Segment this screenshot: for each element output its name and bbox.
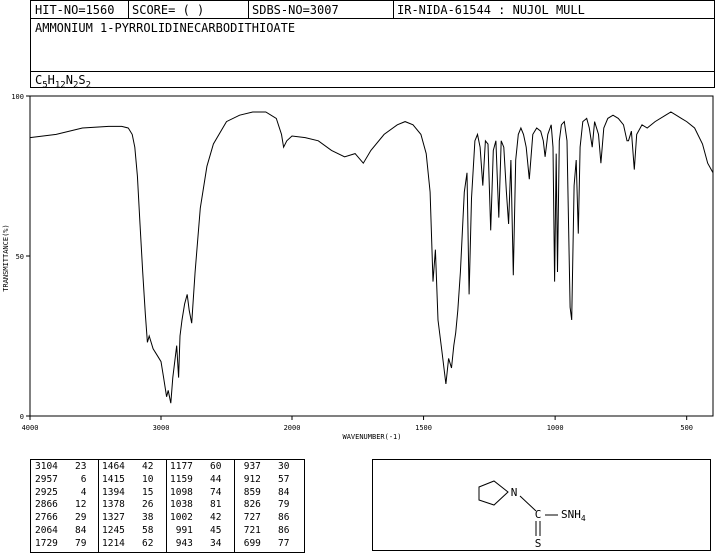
peak-table: 3104 23 2957 6 2925 4 2866 12 2766 29 20… bbox=[30, 459, 305, 553]
y-axis-label: TRANSMITTANCE(%) bbox=[2, 224, 10, 291]
compound-name: AMMONIUM 1-PYRROLIDINECARBODITHIOATE bbox=[35, 21, 296, 35]
ir-identifier: IR-NIDA-61544 : NUJOL MULL bbox=[397, 3, 585, 17]
x-tick-label: 2000 bbox=[284, 424, 301, 432]
x-tick-label: 4000 bbox=[22, 424, 39, 432]
atom-c: C bbox=[535, 508, 542, 521]
spectrum-series-line bbox=[29, 111, 714, 404]
hit-number: HIT-NO=1560 bbox=[35, 3, 115, 17]
ir-spectrum-chart: 4000 3000 2000 1500 1000 500 0 50 100 WAVENUMBE… bbox=[2, 93, 714, 441]
x-axis-ticks: 4000 3000 2000 1500 1000 500 bbox=[22, 416, 693, 432]
compound-panel: AMMONIUM 1-PYRROLIDINECARBODITHIOATE C5H… bbox=[30, 18, 715, 90]
bond-n-c bbox=[519, 495, 537, 512]
x-tick-label: 3000 bbox=[153, 424, 170, 432]
structure-panel: N C SNH4 S bbox=[372, 459, 711, 551]
atom-s: S bbox=[535, 537, 542, 550]
y-tick-label: 50 bbox=[16, 253, 24, 261]
plot-border bbox=[29, 95, 714, 417]
x-tick-label: 1500 bbox=[415, 424, 432, 432]
x-tick-label: 1000 bbox=[547, 424, 564, 432]
peak-column-1: 3104 23 2957 6 2925 4 2866 12 2766 29 20… bbox=[35, 461, 87, 549]
y-tick-label: 100 bbox=[11, 93, 24, 101]
plot-frame bbox=[29, 95, 714, 417]
y-axis-ticks: 0 50 100 bbox=[11, 93, 30, 421]
molecule-structure: N C SNH4 S bbox=[478, 480, 586, 550]
atom-n: N bbox=[511, 486, 518, 499]
header-row: HIT-NO=1560 SCORE= ( ) SDBS-NO=3007 IR-N… bbox=[30, 0, 715, 19]
sdbs-number: SDBS-NO=3007 bbox=[252, 3, 339, 17]
y-tick-label: 0 bbox=[20, 413, 24, 421]
peak-column-4: 937 30 912 57 859 84 826 79 727 86 721 8… bbox=[243, 461, 290, 549]
peak-column-2: 1464 42 1415 10 1394 15 1378 26 1327 38 … bbox=[102, 461, 154, 549]
pyrrolidine-ring bbox=[478, 480, 509, 506]
score: SCORE= ( ) bbox=[132, 3, 205, 17]
x-tick-label: 500 bbox=[680, 424, 693, 432]
x-axis-label: WAVENUMBER(-1) bbox=[342, 433, 401, 441]
peak-column-3: 1177 60 1159 44 1098 74 1038 81 1002 42 … bbox=[170, 461, 222, 549]
atom-snh4: SNH4 bbox=[561, 508, 586, 523]
